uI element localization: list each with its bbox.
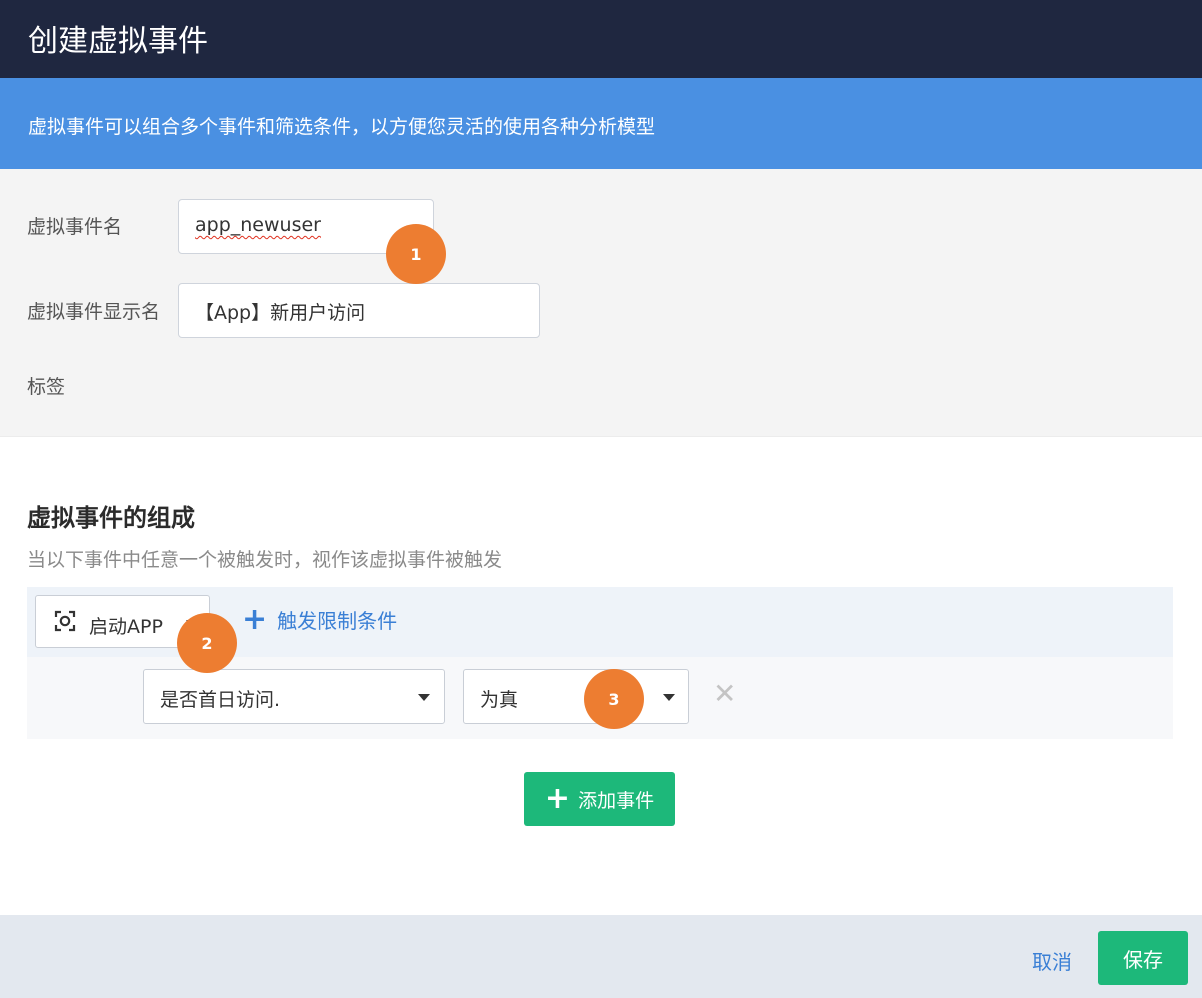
plus-icon: +: [242, 601, 268, 637]
plus-icon: +: [544, 781, 571, 816]
chevron-down-icon: [663, 694, 675, 701]
add-condition-link[interactable]: + 触发限制条件: [242, 601, 398, 637]
chevron-down-icon: [418, 694, 430, 701]
display-name-input[interactable]: 【App】新用户访问: [178, 283, 540, 338]
remove-condition-icon[interactable]: ✕: [713, 680, 736, 708]
info-text: 虚拟事件可以组合多个事件和筛选条件，以方便您灵活的使用各种分析模型: [28, 116, 656, 138]
add-event-label: 添加事件: [578, 789, 655, 812]
display-name-label: 虚拟事件显示名: [27, 301, 161, 323]
property-select[interactable]: 是否首日访问.: [143, 669, 445, 724]
operator-select-label: 为真: [480, 689, 519, 711]
event-select-label: 启动APP: [89, 616, 163, 638]
scan-icon: [54, 610, 76, 632]
annotation-badge-2: 2: [177, 613, 237, 673]
property-select-label: 是否首日访问.: [160, 689, 281, 711]
add-event-button[interactable]: + 添加事件: [524, 772, 675, 826]
tag-label: 标签: [27, 376, 66, 398]
info-banner: 虚拟事件可以组合多个事件和筛选条件，以方便您灵活的使用各种分析模型: [0, 78, 1202, 169]
event-name-value: app_newuser: [195, 214, 321, 236]
cancel-button[interactable]: 取消: [1032, 946, 1072, 975]
dialog-footer: 取消 保存: [0, 915, 1202, 998]
dialog-header: 创建虚拟事件: [0, 0, 1202, 78]
basic-info-form: 虚拟事件名 app_newuser 虚拟事件显示名 【App】新用户访问 标签: [0, 169, 1202, 437]
operator-select[interactable]: 为真: [463, 669, 689, 724]
display-name-value: 【App】新用户访问: [195, 302, 366, 324]
save-button[interactable]: 保存: [1098, 931, 1188, 985]
event-name-label: 虚拟事件名: [27, 216, 123, 238]
composition-title: 虚拟事件的组成: [27, 504, 195, 532]
composition-description: 当以下事件中任意一个被触发时，视作该虚拟事件被触发: [27, 549, 503, 571]
dialog-title: 创建虚拟事件: [28, 24, 208, 59]
annotation-badge-1: 1: [386, 224, 446, 284]
add-condition-label: 触发限制条件: [277, 609, 398, 633]
annotation-badge-3: 3: [584, 669, 644, 729]
